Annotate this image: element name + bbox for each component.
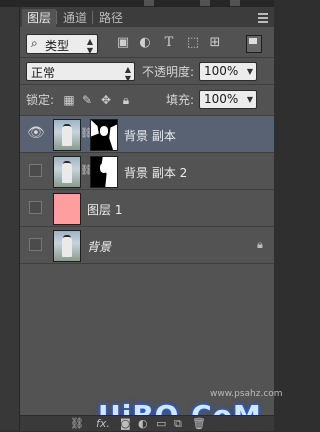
chevron-down-icon[interactable]: ▼ — [247, 67, 253, 76]
lock-transparent-pixels-icon[interactable]: ▦ — [62, 93, 76, 107]
smart-object-filter-icon[interactable]: ⊞ — [208, 36, 222, 50]
filter-row: ⌕ 类型 ▲ ▼ ▣ ◐ T ⬚ ⊞ — [20, 31, 274, 57]
visibility-checkbox[interactable] — [29, 238, 42, 251]
lock-all-icon[interactable]: 🔒︎ — [119, 93, 133, 107]
search-icon: ⌕ — [31, 36, 38, 50]
fill-input[interactable]: 100% ▼ — [199, 90, 257, 109]
blend-mode-select[interactable]: 正常 ▲ ▼ — [26, 62, 135, 83]
watermark-url: www.psahz.com — [210, 389, 283, 399]
layer-thumbnail[interactable] — [53, 193, 81, 225]
link-layers-icon[interactable]: ⛓︎ — [70, 417, 84, 430]
shape-filter-icon[interactable]: ⬚ — [186, 36, 200, 50]
updown-arrow-icon: ▲ ▼ — [86, 37, 93, 55]
tab-layers[interactable]: 图层 — [22, 9, 57, 27]
layer-name[interactable]: 背景 副本 — [124, 127, 176, 144]
layers-toolbar-icon[interactable] — [200, 0, 210, 6]
layer-thumbnail[interactable] — [53, 156, 81, 188]
panel-menu-icon[interactable] — [258, 13, 268, 25]
eye-visibility-icon[interactable]: 👁︎ — [27, 125, 45, 141]
layer-name[interactable]: 图层 1 — [87, 201, 122, 218]
trash-toolbar-icon[interactable] — [230, 0, 240, 6]
opacity-value: 100% — [204, 64, 239, 78]
layer-mask-thumbnail[interactable] — [90, 119, 118, 151]
adjustment-layer-icon[interactable]: ◐ — [138, 417, 148, 430]
toolbar-icon[interactable] — [144, 0, 154, 6]
new-layer-icon[interactable]: ⧉ — [174, 417, 182, 431]
blend-mode-value: 正常 — [31, 66, 56, 80]
left-dock-bar — [0, 7, 20, 430]
layers-panel: 图层 通道 路径 ⌕ 类型 ▲ ▼ ▣ ◐ T ⬚ ⊞ 正常 ▲ ▼ 不透明度: 1… — [20, 7, 283, 432]
blend-row: 正常 ▲ ▼ 不透明度: 100% ▼ — [20, 59, 274, 83]
opacity-input[interactable]: 100% ▼ — [199, 62, 257, 81]
delete-layer-trash-icon[interactable]: 🗑︎ — [192, 417, 206, 430]
filter-type-label: 类型 — [45, 39, 70, 53]
layer-name[interactable]: 背景 — [87, 238, 111, 255]
layer-row-layer-1[interactable]: 图层 1 — [20, 189, 274, 226]
layer-thumbnail[interactable] — [53, 119, 81, 151]
opacity-label: 不透明度: — [142, 65, 195, 79]
divider — [20, 84, 274, 85]
lock-icon: 🔒︎ — [257, 238, 263, 251]
image-filter-icon[interactable]: ▣ — [116, 36, 130, 50]
layer-name[interactable]: 背景 副本 2 — [124, 164, 187, 181]
fill-label: 填充: — [166, 93, 195, 107]
adjustment-filter-icon[interactable]: ◐ — [138, 36, 152, 50]
chevron-down-icon[interactable]: ▼ — [247, 95, 253, 104]
visibility-checkbox[interactable] — [29, 201, 42, 214]
filter-type-select[interactable]: ⌕ 类型 ▲ ▼ — [26, 34, 98, 55]
fill-value: 100% — [204, 92, 239, 106]
updown-arrow-icon: ▲ ▼ — [124, 65, 131, 83]
divider — [20, 57, 274, 58]
tab-divider — [56, 11, 57, 24]
fx-button[interactable]: fx. — [96, 417, 110, 430]
panel-footer: ⛓︎ fx. ◙ ◐ ▭ ⧉ 🗑︎ — [20, 415, 274, 431]
new-group-folder-icon[interactable]: ▭ — [156, 417, 166, 430]
layer-thumbnail[interactable] — [53, 230, 81, 262]
lock-position-move-icon[interactable]: ✥ — [99, 93, 113, 107]
text-filter-icon[interactable]: T — [162, 36, 176, 50]
tab-paths[interactable]: 路径 — [94, 9, 128, 27]
top-toolbar-strip — [0, 0, 274, 7]
tab-divider — [92, 11, 93, 24]
layer-row-background-copy[interactable]: 👁︎ ⛓︎ 背景 副本 — [20, 115, 274, 152]
panel-tabs: 图层 通道 路径 — [20, 7, 274, 27]
layer-mask-thumbnail[interactable] — [90, 156, 118, 188]
filter-toggle-switch[interactable] — [246, 35, 262, 53]
layer-row-background[interactable]: 背景 🔒︎ — [20, 226, 274, 264]
lock-label: 锁定: — [26, 93, 55, 107]
add-mask-icon[interactable]: ◙ — [120, 417, 131, 430]
layers-list: 👁︎ ⛓︎ 背景 副本 ⛓︎ 背景 副本 2 图层 1 背景 🔒︎ — [20, 115, 274, 415]
tab-channels[interactable]: 通道 — [58, 9, 92, 27]
visibility-checkbox[interactable] — [29, 164, 42, 177]
lock-row: 锁定: ▦ ✎ ✥ 🔒︎ 填充: 100% ▼ — [20, 87, 274, 111]
lock-image-pixels-brush-icon[interactable]: ✎ — [80, 93, 94, 107]
layer-row-background-copy-2[interactable]: ⛓︎ 背景 副本 2 — [20, 152, 274, 189]
